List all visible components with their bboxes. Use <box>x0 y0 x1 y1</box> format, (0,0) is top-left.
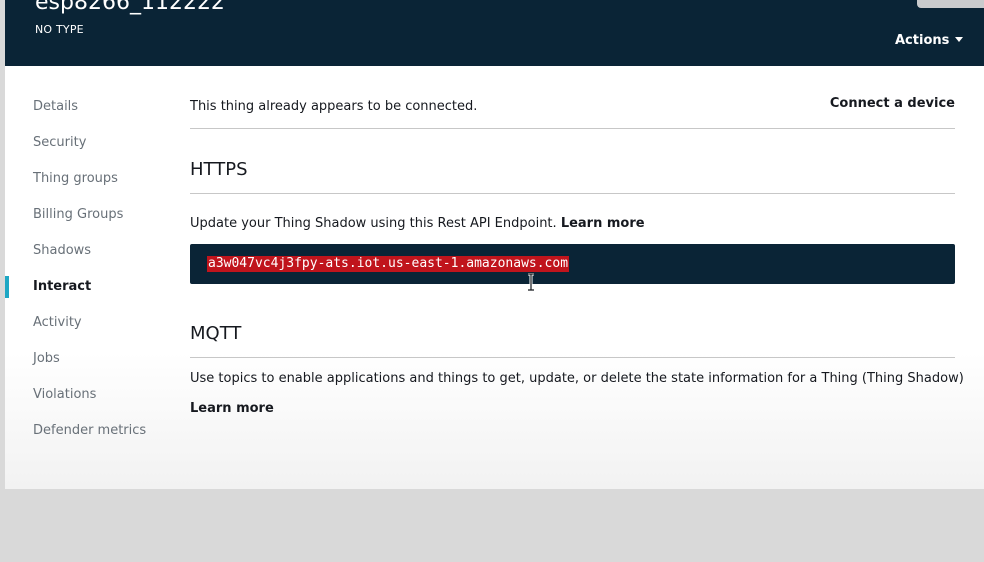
endpoint-url-text[interactable]: a3w047vc4j3fpy-ats.iot.us-east-1.amazona… <box>207 256 570 272</box>
thing-type-label: NO TYPE <box>35 23 84 36</box>
mqtt-learn-more-link[interactable]: Learn more <box>190 401 274 416</box>
https-description-text: Update your Thing Shadow using this Rest… <box>190 216 557 231</box>
thing-sidebar-nav: Details Security Thing groups Billing Gr… <box>5 90 175 450</box>
sidebar-item-thing-groups[interactable]: Thing groups <box>5 162 175 198</box>
divider <box>190 128 955 129</box>
https-description: Update your Thing Shadow using this Rest… <box>190 216 645 231</box>
thing-name-title: esp8266_112222 <box>35 0 225 15</box>
mqtt-section-title: MQTT <box>190 323 242 344</box>
thing-header: esp8266_112222 NO TYPE Actions <box>5 0 984 66</box>
mqtt-description-text: Use topics to enable applications and th… <box>190 371 964 386</box>
divider <box>190 193 955 194</box>
sidebar-item-security[interactable]: Security <box>5 126 175 162</box>
actions-label: Actions <box>895 33 950 48</box>
sidebar-item-violations[interactable]: Violations <box>5 378 175 414</box>
text-cursor-icon <box>528 273 534 291</box>
https-learn-more-link[interactable]: Learn more <box>561 216 645 231</box>
page-container: esp8266_112222 NO TYPE Actions Details S… <box>5 0 984 489</box>
actions-button[interactable]: Actions <box>895 33 964 48</box>
sidebar-item-shadows[interactable]: Shadows <box>5 234 175 270</box>
https-section-title: HTTPS <box>190 159 248 180</box>
sidebar-item-interact[interactable]: Interact <box>5 270 175 306</box>
connection-status-text: This thing already appears to be connect… <box>190 99 478 114</box>
connect-device-button[interactable]: Connect a device <box>830 96 955 111</box>
sidebar-item-details[interactable]: Details <box>5 90 175 126</box>
endpoint-box: a3w047vc4j3fpy-ats.iot.us-east-1.amazona… <box>190 244 955 284</box>
divider <box>190 357 955 358</box>
caret-down-icon <box>955 37 964 42</box>
sidebar-item-billing-groups[interactable]: Billing Groups <box>5 198 175 234</box>
sidebar-item-jobs[interactable]: Jobs <box>5 342 175 378</box>
avatar <box>917 0 984 8</box>
sidebar-item-defender-metrics[interactable]: Defender metrics <box>5 414 175 450</box>
sidebar-item-activity[interactable]: Activity <box>5 306 175 342</box>
